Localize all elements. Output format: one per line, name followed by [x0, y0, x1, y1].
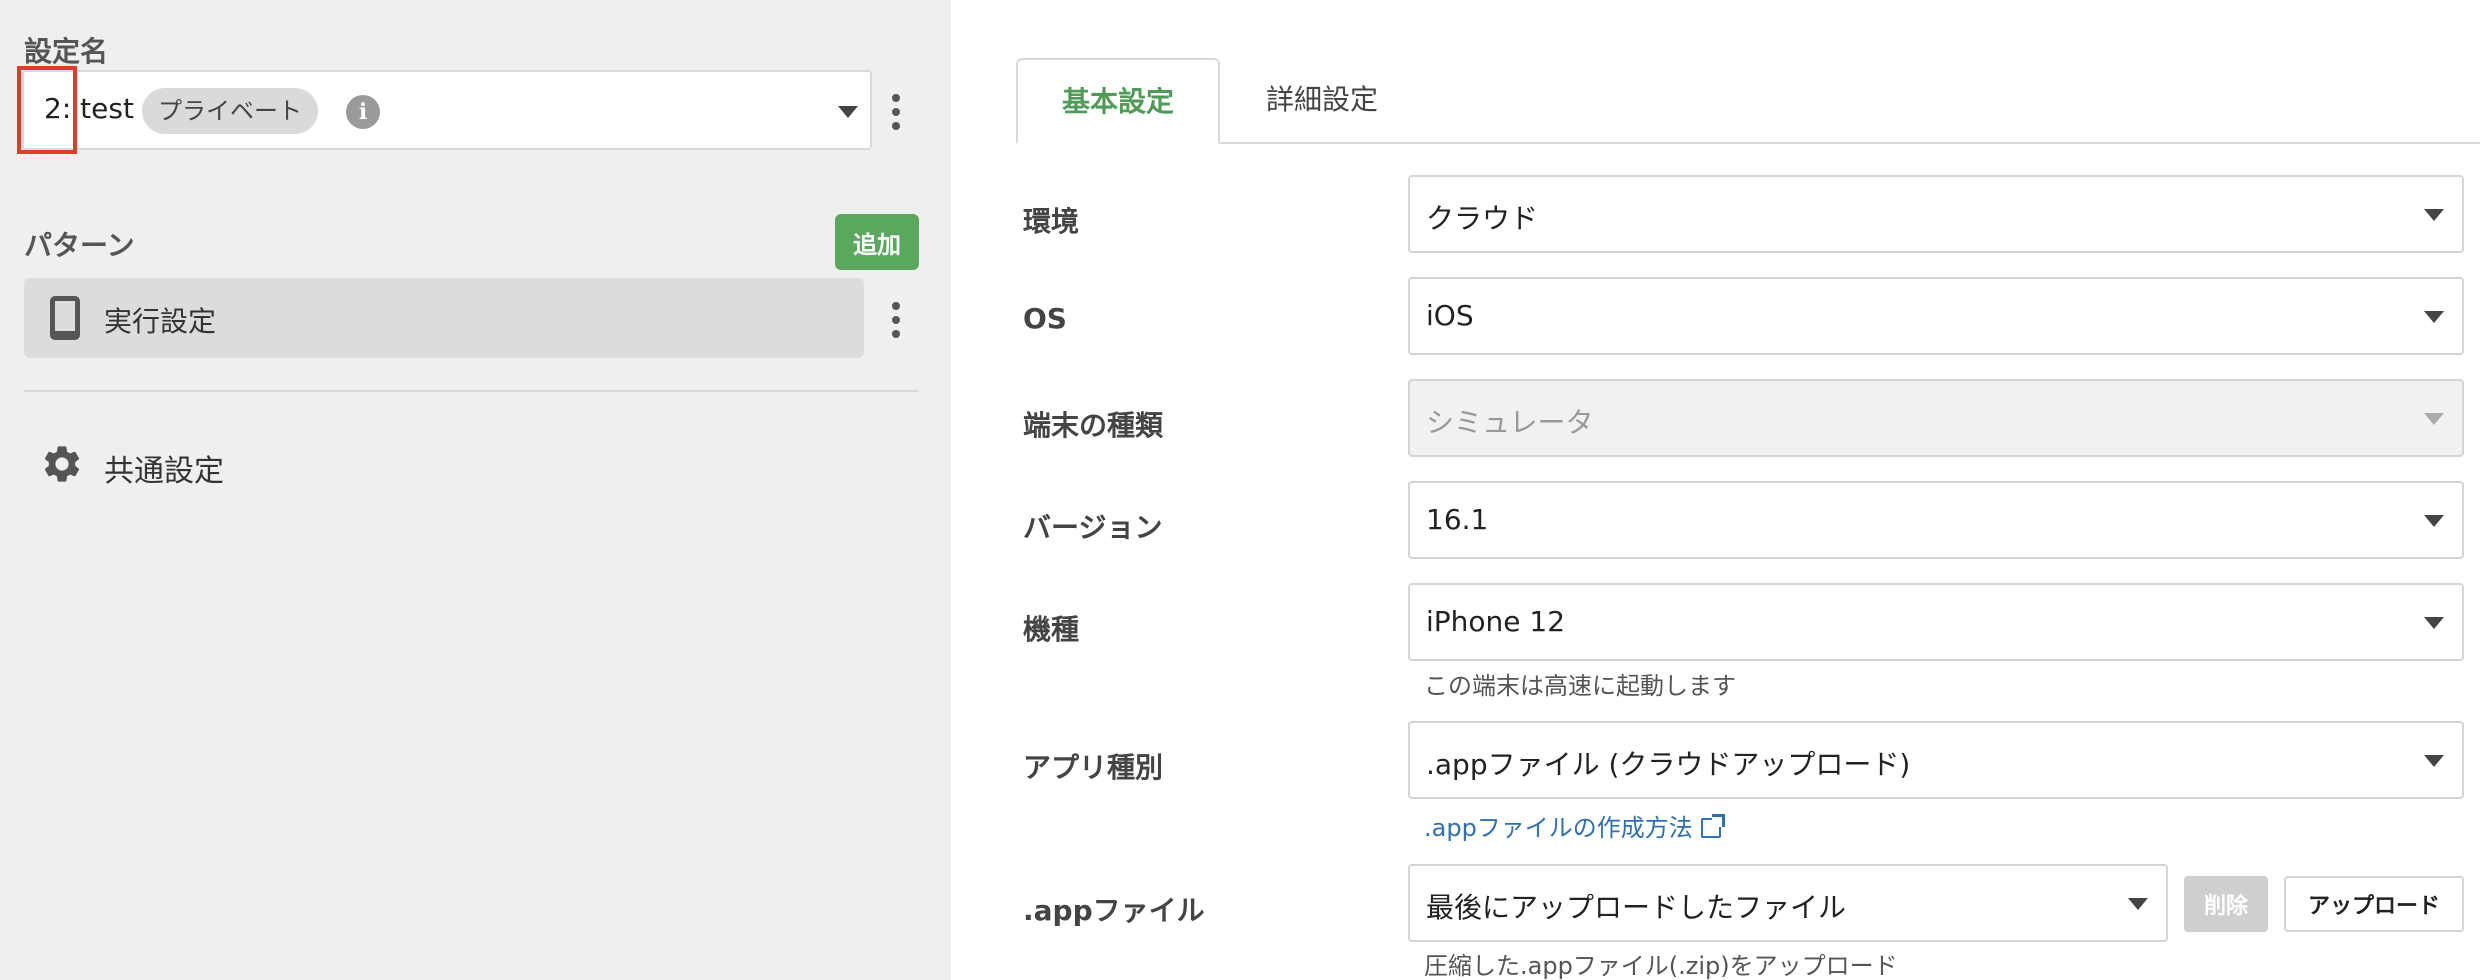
gear-icon: [44, 446, 80, 482]
chevron-down-icon: [2424, 515, 2444, 527]
model-select[interactable]: iPhone 12: [1408, 583, 2464, 661]
device-type-value: シミュレータ: [1426, 406, 1594, 439]
environment-select[interactable]: クラウド: [1408, 175, 2464, 253]
chevron-down-icon: [2424, 755, 2444, 767]
app-type-select[interactable]: .appファイル (クラウドアップロード): [1408, 721, 2464, 799]
device-type-label: 端末の種類: [1023, 409, 1164, 442]
info-icon[interactable]: i: [346, 95, 380, 129]
sidebar: 設定名 2: test プライベート i パターン 追加 実行設定 共通設定: [0, 0, 951, 980]
config-more-icon[interactable]: [890, 94, 902, 130]
common-settings-label: 共通設定: [104, 454, 224, 489]
os-label: OS: [1023, 302, 1067, 335]
environment-label: 環境: [1023, 205, 1080, 238]
environment-value: クラウド: [1426, 202, 1539, 235]
app-file-helper-text: 圧縮した.appファイル(.zip)をアップロード: [1424, 952, 1898, 980]
delete-button[interactable]: 削除: [2184, 876, 2268, 932]
phone-icon: [50, 296, 80, 340]
model-value: iPhone 12: [1426, 605, 1566, 638]
pattern-item[interactable]: 実行設定: [24, 278, 864, 358]
highlight-box: [17, 66, 77, 154]
os-value: iOS: [1426, 299, 1474, 332]
add-pattern-button[interactable]: 追加: [835, 214, 919, 270]
model-helper-text: この端末は高速に起動します: [1424, 672, 1736, 700]
app-type-label: アプリ種別: [1023, 751, 1164, 784]
chevron-down-icon[interactable]: [838, 106, 858, 118]
config-name-select[interactable]: 2: test プライベート i: [22, 70, 872, 150]
common-settings-item[interactable]: 共通設定: [24, 430, 884, 500]
app-file-label: .appファイル: [1023, 894, 1205, 927]
chevron-down-icon: [2424, 209, 2444, 221]
app-file-howto-link[interactable]: .appファイルの作成方法: [1424, 808, 1725, 843]
tabs-underline: [1016, 142, 2480, 144]
app-type-value: .appファイル (クラウドアップロード): [1426, 748, 1911, 781]
model-label: 機種: [1023, 613, 1080, 646]
external-link-icon: [1700, 814, 1725, 838]
chevron-down-icon: [2424, 617, 2444, 629]
pattern-more-icon[interactable]: [890, 302, 902, 338]
pattern-section-label: パターン: [24, 229, 135, 262]
app-file-select[interactable]: 最後にアップロードしたファイル: [1408, 864, 2168, 942]
tab-advanced-settings[interactable]: 詳細設定: [1220, 58, 1424, 144]
config-name-section-label: 設定名: [24, 35, 109, 68]
version-value: 16.1: [1426, 503, 1489, 536]
version-label: バージョン: [1023, 511, 1163, 544]
version-select[interactable]: 16.1: [1408, 481, 2464, 559]
chevron-down-icon: [2424, 311, 2444, 323]
chevron-down-icon: [2424, 413, 2444, 425]
chevron-down-icon: [2128, 898, 2148, 910]
device-type-select: シミュレータ: [1408, 379, 2464, 457]
sidebar-divider: [24, 390, 919, 392]
upload-button[interactable]: アップロード: [2284, 876, 2464, 932]
main-panel: 基本設定 詳細設定 環境 クラウド OS iOS 端末の種類 シミュレータ バー…: [951, 0, 2480, 980]
pattern-item-label: 実行設定: [104, 305, 217, 338]
os-select[interactable]: iOS: [1408, 277, 2464, 355]
app-file-value: 最後にアップロードしたファイル: [1426, 891, 1847, 924]
app-file-howto-link-text: .appファイルの作成方法: [1424, 814, 1693, 842]
tab-basic-settings[interactable]: 基本設定: [1016, 58, 1220, 144]
private-badge: プライベート: [142, 88, 318, 134]
